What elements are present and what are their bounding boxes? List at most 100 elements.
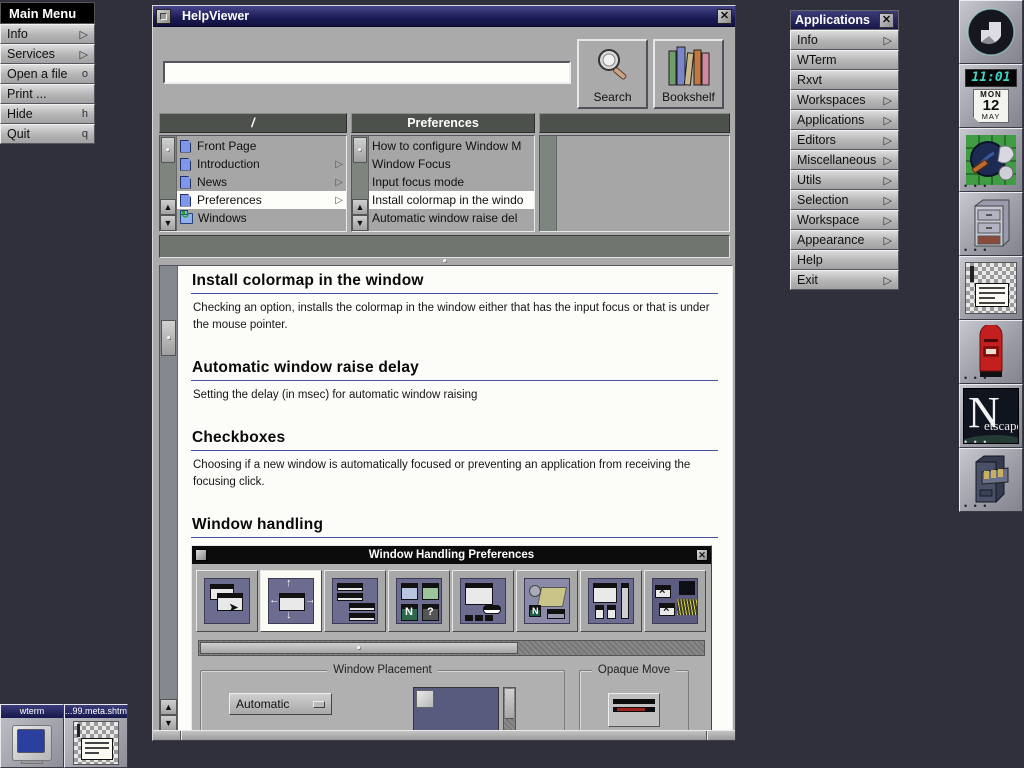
- menu-item-label: WTerm: [797, 53, 892, 67]
- item-label: Input focus mode: [372, 175, 531, 189]
- main-menu-item-print[interactable]: Print ...: [0, 84, 95, 104]
- menu-item-label: Selection: [797, 193, 884, 207]
- helpviewer-titlebar[interactable]: HelpViewer ✕: [153, 6, 735, 27]
- apps-menu-item-exit[interactable]: Exit ▷: [790, 270, 899, 290]
- netscape-label: etscape: [984, 418, 1019, 434]
- dock-tile-file-cabinet[interactable]: • • •: [959, 192, 1023, 256]
- placement-map-scrollbar: [503, 687, 516, 731]
- calendar-month: MAY: [974, 112, 1008, 121]
- dock-tile-document-editor[interactable]: [959, 256, 1023, 320]
- dialog-lower: Window Placement Automatic Opaque M: [192, 656, 711, 731]
- menu-item-label: Appearance: [797, 233, 884, 247]
- miniwindow-title: wterm: [1, 705, 63, 718]
- browser-item-windows[interactable]: Windows: [177, 209, 346, 227]
- apps-menu-item-workspace[interactable]: Workspace ▷: [790, 210, 899, 230]
- browser-item-how-to-configure[interactable]: How to configure Window M: [369, 137, 534, 155]
- running-indicator: • • •: [964, 440, 988, 444]
- applications-menu-titlebar[interactable]: Applications ✕: [790, 10, 899, 30]
- section-heading: Install colormap in the window: [191, 272, 718, 294]
- dock-tile-clock-calendar[interactable]: 11:01 MON 12 MAY: [959, 64, 1023, 128]
- menu-shortcut: o: [82, 68, 88, 80]
- close-icon: ✕: [720, 11, 729, 22]
- bookshelf-button[interactable]: Bookshelf: [653, 39, 724, 109]
- splitter-handle[interactable]: [159, 258, 730, 265]
- browser-item-front-page[interactable]: Front Page: [177, 137, 346, 155]
- dock-tile-paint-tool[interactable]: • • •: [959, 128, 1023, 192]
- apps-menu-item-utils[interactable]: Utils ▷: [790, 170, 899, 190]
- content-scrollbar[interactable]: ▲ ▼: [160, 266, 178, 731]
- apps-menu-item-wterm[interactable]: WTerm: [790, 50, 899, 70]
- miniwindow-document[interactable]: ...99.meta.shtml: [64, 704, 128, 768]
- item-arrow-icon: ▷: [335, 177, 343, 188]
- main-menu-item-hide[interactable]: Hide h: [0, 104, 95, 124]
- search-input[interactable]: [163, 61, 571, 84]
- scroll-down-button[interactable]: ▼: [160, 715, 177, 731]
- column-body: ▲ ▼ How to configure Window M Window Foc…: [351, 135, 535, 232]
- submenu-arrow-icon: ▷: [80, 48, 88, 61]
- netscape-icon: N etscape: [963, 388, 1019, 444]
- apps-menu-item-applications[interactable]: Applications ▷: [790, 110, 899, 130]
- browser-item-input-focus-mode[interactable]: Input focus mode: [369, 173, 534, 191]
- browser-item-window-focus[interactable]: Window Focus: [369, 155, 534, 173]
- dock-tile-archive-cabinet[interactable]: • • •: [959, 448, 1023, 512]
- apps-menu-item-workspaces[interactable]: Workspaces ▷: [790, 90, 899, 110]
- browser-item-news[interactable]: News ▷: [177, 173, 346, 191]
- scrollbar-knob[interactable]: [161, 137, 175, 163]
- dialog-hscrollbar: [198, 640, 705, 656]
- resize-bar[interactable]: [153, 730, 735, 740]
- popup-marker-icon: [313, 701, 325, 708]
- close-icon[interactable]: ✕: [879, 13, 894, 28]
- item-label: Install colormap in the windo: [372, 193, 531, 207]
- menu-item-label: Utils: [797, 173, 884, 187]
- apps-menu-item-info[interactable]: Info ▷: [790, 30, 899, 50]
- scrollbar-knob[interactable]: [161, 320, 176, 356]
- main-menu-item-info[interactable]: Info ▷: [0, 24, 95, 44]
- apps-menu-item-miscellaneous[interactable]: Miscellaneous ▷: [790, 150, 899, 170]
- paint-tool-icon: [964, 133, 1018, 187]
- prefs-icon-expert: [580, 570, 642, 632]
- menu-item-label: Rxvt: [797, 73, 892, 87]
- scroll-up-button[interactable]: ▲: [160, 699, 177, 715]
- column-scrollbar[interactable]: ▲ ▼: [352, 136, 369, 231]
- section-heading: Window handling: [191, 516, 718, 538]
- column-scrollbar-empty[interactable]: [540, 136, 557, 231]
- dock-tile-netscape[interactable]: N etscape • • •: [959, 384, 1023, 448]
- main-menu-item-services[interactable]: Services ▷: [0, 44, 95, 64]
- miniaturize-icon: [160, 13, 167, 20]
- prefs-icon-window-handling-selected: ↑ ↓ ← →: [260, 570, 322, 632]
- browser-column-3: [539, 113, 730, 232]
- main-menu-item-open-a-file[interactable]: Open a file o: [0, 64, 95, 84]
- apps-menu-item-selection[interactable]: Selection ▷: [790, 190, 899, 210]
- scroll-up-button[interactable]: ▲: [352, 199, 368, 215]
- menu-item-label: Info: [797, 33, 884, 47]
- menu-item-label: Workspace: [797, 213, 884, 227]
- dock-tile-window-maker-logo[interactable]: [959, 0, 1023, 64]
- scrollbar-knob[interactable]: [353, 137, 367, 163]
- browser-item-introduction[interactable]: Introduction ▷: [177, 155, 346, 173]
- submenu-arrow-icon: ▷: [884, 114, 892, 127]
- miniwindow-wterm[interactable]: wterm: [0, 704, 64, 768]
- main-menu-title[interactable]: Main Menu: [0, 2, 95, 24]
- apps-menu-item-help[interactable]: Help: [790, 250, 899, 270]
- submenu-arrow-icon: ▷: [884, 174, 892, 187]
- column-scrollbar[interactable]: ▲ ▼: [160, 136, 177, 231]
- scroll-down-button[interactable]: ▼: [160, 215, 176, 231]
- main-menu-item-quit[interactable]: Quit q: [0, 124, 95, 144]
- search-button[interactable]: Search: [577, 39, 648, 109]
- dialog-title: Window Handling Preferences: [210, 549, 693, 561]
- miniaturize-button[interactable]: [156, 9, 171, 24]
- dock-tile-mail-postbox[interactable]: • • •: [959, 320, 1023, 384]
- browser-item-automatic-raise[interactable]: Automatic window raise del: [369, 209, 534, 227]
- scroll-up-button[interactable]: ▲: [160, 199, 176, 215]
- close-button[interactable]: ✕: [717, 9, 732, 24]
- browser-item-preferences-selected[interactable]: Preferences ▷: [177, 191, 346, 209]
- scrollbar-arrows: ▲ ▼: [352, 199, 368, 231]
- apps-menu-item-editors[interactable]: Editors ▷: [790, 130, 899, 150]
- document-editor-icon: [65, 718, 127, 767]
- apps-menu-item-rxvt[interactable]: Rxvt: [790, 70, 899, 90]
- apps-menu-item-appearance[interactable]: Appearance ▷: [790, 230, 899, 250]
- scroll-down-button[interactable]: ▼: [352, 215, 368, 231]
- placement-map: [413, 687, 499, 731]
- browser-item-install-colormap-selected[interactable]: Install colormap in the windo: [369, 191, 534, 209]
- window-placement-group: Window Placement Automatic: [200, 670, 565, 731]
